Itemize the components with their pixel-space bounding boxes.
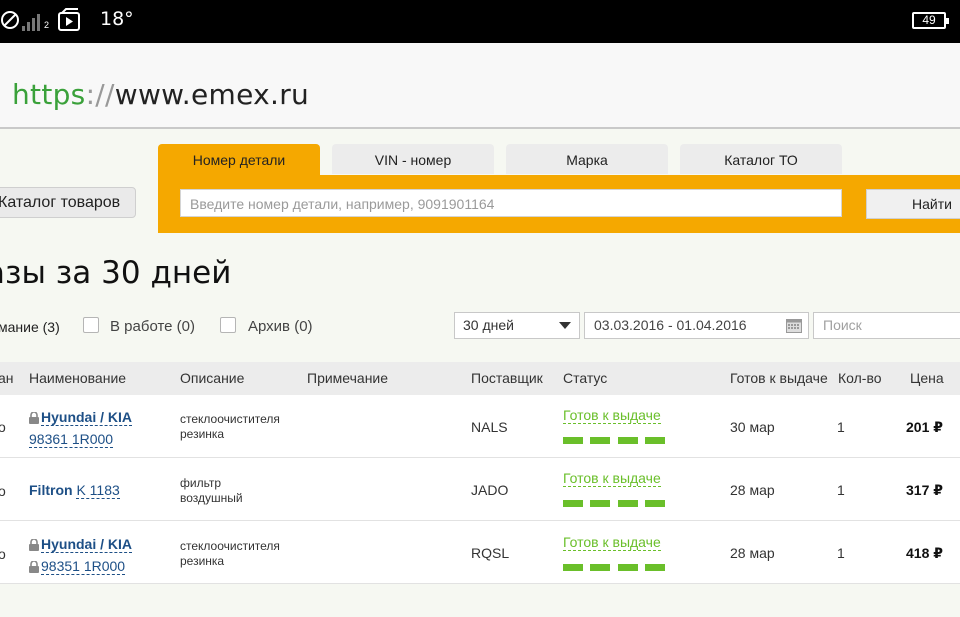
row-col0: о	[0, 546, 6, 562]
price-cell: 418 ₽	[906, 545, 943, 561]
tab-vin[interactable]: VIN - номер	[332, 144, 494, 174]
supplier-cell: JADO	[471, 482, 509, 498]
description-line2: резинка	[180, 427, 225, 441]
description-line2: резинка	[180, 554, 225, 568]
status-link[interactable]: Готов к выдаче	[563, 407, 661, 424]
url-host: www.emex.ru	[114, 78, 310, 111]
header-description: Описание	[180, 370, 245, 386]
header-ready[interactable]: Готов к выдаче	[730, 370, 828, 386]
brand-cell: Hyundai / KIA	[29, 409, 133, 426]
header-name[interactable]: Наименование	[29, 370, 126, 386]
tab-brand[interactable]: Марка	[506, 144, 668, 174]
quantity-cell: 1	[837, 419, 845, 435]
header-supplier[interactable]: Поставщик	[471, 370, 543, 386]
orders-search-input[interactable]: Поиск	[813, 312, 960, 339]
brand-link[interactable]: Hyundai / KIA	[41, 536, 133, 553]
status-progress	[563, 564, 673, 571]
ready-date-cell: 28 мар	[730, 482, 775, 498]
supplier-cell: NALS	[471, 419, 508, 435]
table-row[interactable]: о Filtron K 1183 фильтр воздушный JADO Г…	[0, 458, 960, 521]
find-button[interactable]: Найти	[866, 189, 960, 219]
calendar-icon[interactable]	[786, 318, 802, 333]
part-search-input[interactable]: Введите номер детали, например, 90919011…	[180, 189, 842, 217]
progress-segment	[563, 437, 583, 444]
progress-segment	[590, 564, 610, 571]
battery-icon: 49	[912, 12, 949, 29]
description-line2: воздушный	[180, 491, 243, 505]
table-header: ан Наименование Описание Примечание Пост…	[0, 362, 960, 395]
url-protocol: https	[12, 78, 86, 111]
progress-segment	[590, 500, 610, 507]
chevron-down-icon	[559, 322, 571, 329]
progress-segment	[563, 564, 583, 571]
lock-icon	[29, 539, 39, 551]
signal-sub-label: 2	[44, 20, 50, 30]
header-note: Примечание	[307, 370, 389, 386]
temperature-label: 18°	[100, 8, 134, 30]
status-link[interactable]: Готов к выдаче	[563, 470, 661, 487]
part-number-cell: 98351 1R000	[29, 558, 126, 575]
progress-segment	[645, 437, 665, 444]
table-row[interactable]: о Hyundai / KIA 98361 1R000 стеклоочисти…	[0, 395, 960, 458]
date-range-value: 03.03.2016 - 01.04.2016	[594, 317, 747, 333]
tab-part-number[interactable]: Номер детали	[158, 144, 320, 175]
supplier-cell: RQSL	[471, 545, 510, 561]
lock-icon	[29, 561, 39, 573]
progress-segment	[645, 564, 665, 571]
progress-segment	[590, 437, 610, 444]
url-text[interactable]: https://www.emex.ru	[12, 78, 309, 111]
status-progress	[563, 500, 673, 507]
progress-segment	[645, 500, 665, 507]
url-separator: ://	[85, 78, 115, 111]
catalog-button[interactable]: Каталог товаров	[0, 187, 136, 218]
price-cell: 201 ₽	[906, 419, 943, 435]
quantity-cell: 1	[837, 482, 845, 498]
description-line1: фильтр	[180, 476, 222, 490]
in-work-checkbox[interactable]	[83, 317, 99, 333]
ready-date-cell: 30 мар	[730, 419, 775, 435]
brand-link[interactable]: Filtron	[29, 482, 73, 498]
block-icon	[1, 11, 19, 29]
row-col0: о	[0, 419, 6, 435]
row-col0: о	[0, 483, 6, 499]
description-line1: стеклоочистителя	[180, 412, 280, 426]
filter-in-work[interactable]: В работе (0)	[110, 318, 195, 335]
header-price[interactable]: Цена	[910, 370, 944, 386]
filter-archive[interactable]: Архив (0)	[248, 318, 313, 335]
part-number-cell: 98361 1R000	[29, 431, 114, 448]
progress-segment	[618, 564, 638, 571]
progress-segment	[618, 437, 638, 444]
archive-checkbox[interactable]	[220, 317, 236, 333]
search-panel: Введите номер детали, например, 90919011…	[158, 175, 960, 233]
filter-pending[interactable]: мание (3)	[0, 319, 60, 335]
progress-segment	[618, 500, 638, 507]
media-icon	[58, 8, 80, 31]
part-number-link[interactable]: 98361 1R000	[29, 431, 114, 448]
status-bar: 2 18° 49	[0, 0, 960, 43]
brand-cell: Filtron K 1183	[29, 482, 120, 499]
period-select-value: 30 дней	[463, 317, 514, 333]
date-range-field[interactable]: 03.03.2016 - 01.04.2016	[584, 312, 809, 339]
header-col0: ан	[0, 370, 14, 386]
quantity-cell: 1	[837, 545, 845, 561]
ready-date-cell: 28 мар	[730, 545, 775, 561]
brand-cell: Hyundai / KIA	[29, 536, 133, 553]
progress-segment	[563, 500, 583, 507]
status-progress	[563, 437, 673, 444]
part-number-link[interactable]: 98351 1R000	[41, 558, 126, 575]
header-status[interactable]: Статус	[563, 370, 607, 386]
tab-maintenance-catalog[interactable]: Каталог ТО	[680, 144, 842, 174]
table-row[interactable]: о Hyundai / KIA 98351 1R000 стеклоочисти…	[0, 521, 960, 584]
price-cell: 317 ₽	[906, 482, 943, 498]
part-number-link[interactable]: K 1183	[76, 482, 120, 499]
brand-link[interactable]: Hyundai / KIA	[41, 409, 133, 426]
status-link[interactable]: Готов к выдаче	[563, 534, 661, 551]
page-title: азы за 30 дней	[0, 255, 232, 291]
address-bar[interactable]: https://www.emex.ru	[0, 43, 960, 129]
header-qty: Кол-во	[838, 370, 882, 386]
period-select[interactable]: 30 дней	[454, 312, 580, 339]
lock-icon	[29, 412, 39, 424]
description-line1: стеклоочистителя	[180, 539, 280, 553]
